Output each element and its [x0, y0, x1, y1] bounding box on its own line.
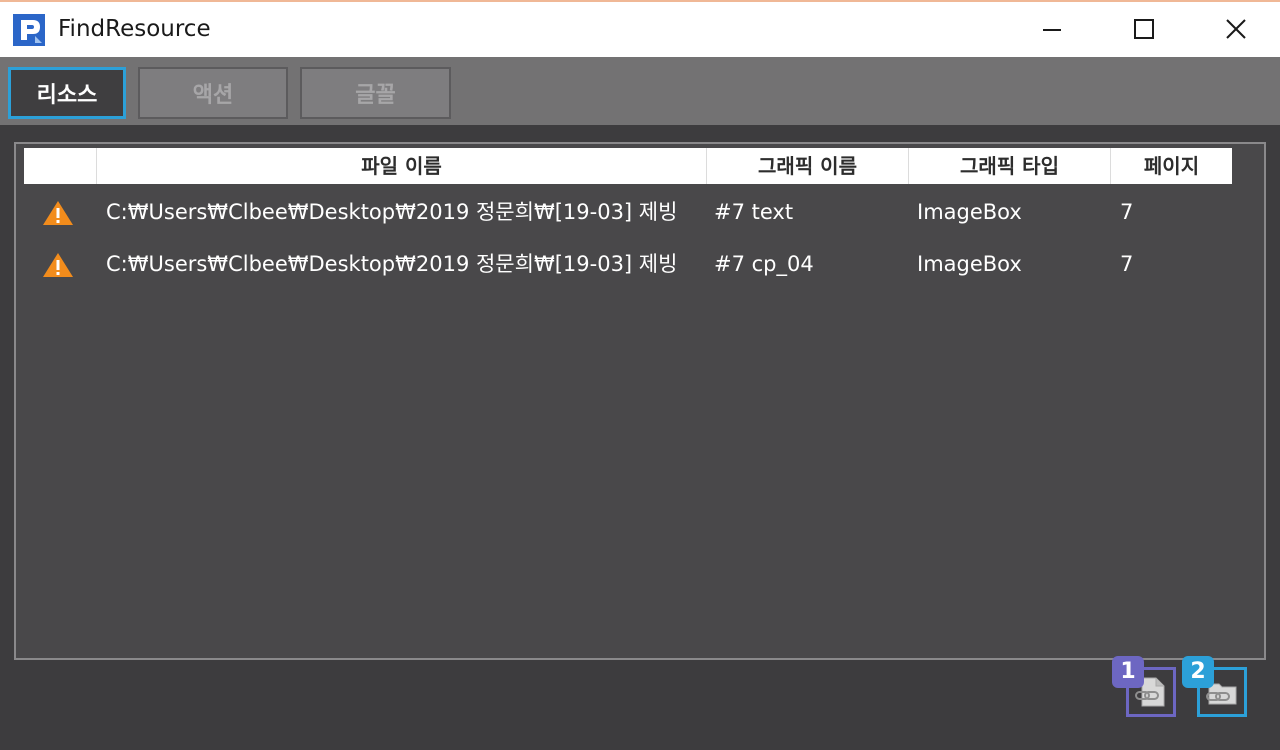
tab-resource[interactable]: 리소스	[8, 67, 126, 119]
table-row[interactable]: C:₩Users₩Clbee₩Desktop₩2019 정문희₩[19-03] …	[24, 187, 1232, 237]
file-name-cell: C:₩Users₩Clbee₩Desktop₩2019 정문희₩[19-03] …	[106, 200, 678, 224]
graphic-type-cell: ImageBox	[917, 252, 1022, 276]
column-header-file-name[interactable]: 파일 이름	[96, 148, 706, 184]
warning-icon	[42, 200, 74, 226]
resource-list[interactable]: 파일 이름 그래픽 이름 그래픽 타입 페이지 C:₩Users₩Clbee₩D…	[14, 142, 1266, 660]
window-title: FindResource	[58, 16, 211, 42]
column-header-status[interactable]	[24, 148, 96, 184]
tab-bar: 리소스 액션 글꼴	[0, 57, 1280, 125]
callout-badge-2: 2	[1182, 656, 1214, 688]
find-resource-window: 리소스 액션 글꼴 파일 이름 그래픽 이름 그래픽 타입 페이지 C:₩Use…	[0, 57, 1280, 750]
list-header: 파일 이름 그래픽 이름 그래픽 타입 페이지	[24, 148, 1232, 184]
column-header-page[interactable]: 페이지	[1110, 148, 1232, 184]
minimize-button[interactable]	[1012, 2, 1092, 57]
table-row[interactable]: C:₩Users₩Clbee₩Desktop₩2019 정문희₩[19-03] …	[24, 239, 1232, 289]
graphic-name-cell: #7 text	[714, 200, 794, 224]
minimize-icon	[1043, 29, 1061, 31]
column-header-graphic-type[interactable]: 그래픽 타입	[908, 148, 1110, 184]
callout-badge-1: 1	[1112, 656, 1144, 688]
title-bar[interactable]: FindResource	[0, 2, 1280, 57]
warning-icon	[42, 252, 74, 278]
maximize-button[interactable]	[1104, 2, 1184, 57]
file-name-cell: C:₩Users₩Clbee₩Desktop₩2019 정문희₩[19-03] …	[106, 252, 678, 276]
graphic-name-cell: #7 cp_04	[714, 252, 814, 276]
page-cell: 7	[1120, 252, 1134, 276]
page-cell: 7	[1120, 200, 1134, 224]
close-icon	[1226, 19, 1246, 39]
app-logo-icon	[13, 14, 45, 46]
tab-font[interactable]: 글꼴	[300, 67, 451, 119]
close-button[interactable]	[1196, 2, 1276, 57]
graphic-type-cell: ImageBox	[917, 200, 1022, 224]
column-header-graphic-name[interactable]: 그래픽 이름	[706, 148, 908, 184]
maximize-icon	[1134, 19, 1154, 39]
tab-action[interactable]: 액션	[138, 67, 288, 119]
